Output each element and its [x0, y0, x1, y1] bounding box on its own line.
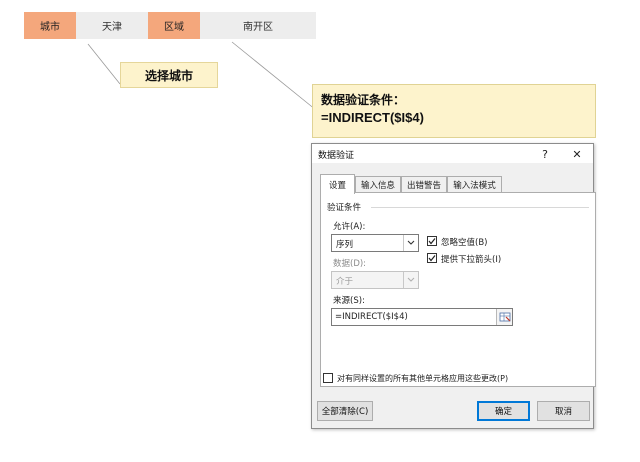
source-input[interactable]: =INDIRECT($I$4) — [331, 308, 513, 326]
tab-error-alert-label: 出错警告 — [406, 181, 441, 191]
validation-formula-note: 数据验证条件： =INDIRECT($I$4) — [312, 84, 596, 138]
region-header-cell: 区域 — [148, 12, 200, 39]
close-button[interactable]: ✕ — [562, 144, 592, 164]
dialog-title: 数据验证 — [318, 151, 355, 161]
range-select-icon — [499, 312, 511, 322]
region-header-text: 区域 — [164, 22, 184, 33]
source-label: 来源(S): — [333, 296, 365, 306]
tab-settings-label: 设置 — [328, 180, 346, 191]
tab-input-message-label: 输入信息 — [360, 181, 395, 191]
city-value-text: 天津 — [102, 22, 122, 33]
source-input-value: =INDIRECT($I$4) — [335, 312, 408, 322]
group-divider — [371, 207, 589, 208]
dropdown-arrow-checkbox[interactable] — [427, 253, 437, 263]
apply-all-label: 对有同样设置的所有其他单元格应用这些更改(P) — [337, 374, 509, 383]
tab-ime-mode-label: 输入法模式 — [453, 181, 496, 191]
chevron-down-icon — [403, 272, 418, 288]
ignore-blank-checkbox[interactable] — [427, 236, 437, 246]
allow-label: 允许(A): — [333, 222, 366, 232]
settings-panel: 验证条件 允许(A): 序列 忽略空值(B) 提供下拉箭头(I) 数据(D): … — [320, 192, 596, 387]
tab-ime-mode[interactable]: 输入法模式 — [447, 176, 502, 193]
note-formula: =INDIRECT($I$4) — [321, 110, 424, 125]
close-icon: ✕ — [572, 147, 582, 161]
data-label: 数据(D): — [333, 259, 367, 269]
clear-all-label: 全部清除(C) — [321, 407, 369, 417]
tab-error-alert[interactable]: 出错警告 — [401, 176, 447, 193]
note-title: 数据验证条件： — [321, 93, 406, 107]
cancel-label: 取消 — [554, 407, 572, 417]
dropdown-arrow-label: 提供下拉箭头(I) — [441, 255, 502, 265]
allow-select[interactable]: 序列 — [331, 234, 419, 252]
help-icon: ? — [542, 147, 548, 161]
ok-label: 确定 — [494, 407, 512, 417]
range-select-button[interactable] — [496, 309, 512, 325]
data-validation-dialog: 数据验证 ? ✕ 设置 输入信息 出错警告 输入法模式 验证条件 允许(A): … — [311, 143, 596, 429]
tab-settings[interactable]: 设置 — [320, 174, 355, 194]
select-city-callout-text: 选择城市 — [144, 68, 193, 83]
region-value-cell[interactable]: 南开区 — [200, 12, 316, 39]
clear-all-button[interactable]: 全部清除(C) — [317, 401, 373, 421]
apply-all-checkbox[interactable] — [323, 373, 333, 383]
ok-button[interactable]: 确定 — [477, 401, 530, 421]
dialog-titlebar: 数据验证 ? ✕ — [312, 144, 593, 164]
allow-select-value: 序列 — [336, 240, 354, 250]
city-header-cell: 城市 — [24, 12, 76, 39]
dialog-tabs: 设置 输入信息 出错警告 输入法模式 — [320, 174, 590, 194]
chevron-down-icon — [403, 235, 418, 251]
validation-criteria-group-title: 验证条件 — [327, 203, 362, 213]
checkmark-icon — [428, 238, 436, 245]
select-city-callout: 选择城市 — [120, 62, 218, 88]
data-select-value: 介于 — [336, 277, 354, 287]
city-value-cell[interactable]: 天津 — [76, 12, 148, 39]
region-value-text: 南开区 — [243, 22, 273, 33]
tab-input-message[interactable]: 输入信息 — [355, 176, 401, 193]
checkmark-icon — [428, 255, 436, 262]
city-header-text: 城市 — [40, 22, 60, 33]
ignore-blank-label: 忽略空值(B) — [441, 238, 488, 248]
cancel-button[interactable]: 取消 — [537, 401, 590, 421]
help-button[interactable]: ? — [530, 144, 560, 164]
data-select: 介于 — [331, 271, 419, 289]
